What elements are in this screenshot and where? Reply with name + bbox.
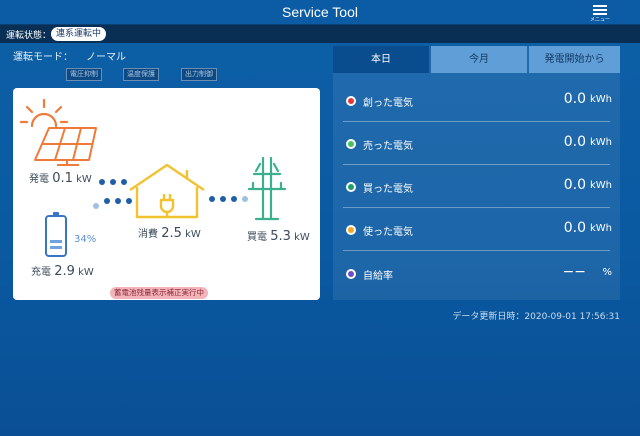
consumption-readout: 消費 2.5 kW — [138, 226, 201, 241]
last-updated: データ更新日時：2020-09-01 17:56:31 — [452, 312, 620, 322]
menu-button[interactable]: メニュー — [590, 2, 610, 24]
power-flow-panel: 発電 0.1 kW 34% 充電 2.9 kW 消費 2.5 kW 買電 5.3… — [13, 88, 320, 300]
flow-dot — [104, 198, 110, 204]
top-bar: Service Tool メニュー — [0, 0, 640, 25]
flow-dot — [115, 198, 121, 204]
status-badge: 連系運転中 — [51, 27, 107, 41]
indicator-output-control: 出力制御 — [181, 68, 217, 81]
green-dot-icon — [346, 139, 356, 149]
indicator-voltage-suppression: 電圧抑制 — [66, 68, 102, 81]
flow-dot — [110, 179, 116, 185]
flow-dot — [220, 196, 226, 202]
battery-correction-badge: 蓄電池残量表示補正実行中 — [110, 287, 208, 299]
flow-dot — [126, 198, 132, 204]
teal-dot-icon — [346, 182, 356, 192]
flow-dot — [209, 196, 215, 202]
purple-dot-icon — [346, 269, 356, 279]
stat-row-bought: 買った電気 0.0 kWh — [333, 165, 620, 208]
house-icon — [129, 163, 205, 219]
mode-value: ノーマル — [86, 52, 126, 63]
flow-dot — [242, 196, 248, 202]
stat-row-used: 使った電気 0.0 kWh — [333, 208, 620, 251]
flow-dot — [231, 196, 237, 202]
tab-this-month[interactable]: 今月 — [431, 46, 527, 73]
indicator-temperature-protection: 温度保護 — [123, 68, 159, 81]
utility-pole-icon — [247, 156, 287, 221]
solar-panel-icon — [34, 127, 97, 166]
stat-row-generated: 創った電気 0.0 kWh — [333, 79, 620, 122]
mode-label: 運転モード： — [13, 52, 73, 63]
hamburger-icon — [593, 5, 607, 7]
menu-label: メニュー — [590, 17, 611, 23]
red-dot-icon — [346, 96, 356, 106]
stat-row-self-sufficiency: 自給率 −− % — [333, 252, 620, 295]
status-bar: 運転状態： 連系運転中 — [0, 25, 640, 43]
flow-dot — [121, 179, 127, 185]
generation-readout: 発電 0.1 kW — [29, 171, 92, 186]
charge-readout: 充電 2.9 kW — [31, 264, 94, 279]
battery-icon — [45, 212, 67, 257]
orange-dot-icon — [346, 225, 356, 235]
purchase-readout: 買電 5.3 kW — [247, 229, 310, 244]
app-title: Service Tool — [281, 4, 358, 20]
flow-dot — [99, 179, 105, 185]
battery-percent: 34% — [74, 234, 97, 245]
status-label: 運転状態： — [6, 31, 52, 41]
stat-row-sold: 売った電気 0.0 kWh — [333, 122, 620, 165]
flow-dot — [93, 203, 99, 209]
tab-today[interactable]: 本日 — [333, 46, 429, 73]
sun-icon — [19, 98, 69, 128]
tab-since-start[interactable]: 発電開始から — [529, 46, 620, 73]
energy-stats-panel: 本日 今月 発電開始から 創った電気 0.0 kWh 売った電気 0.0 kWh… — [333, 46, 620, 300]
